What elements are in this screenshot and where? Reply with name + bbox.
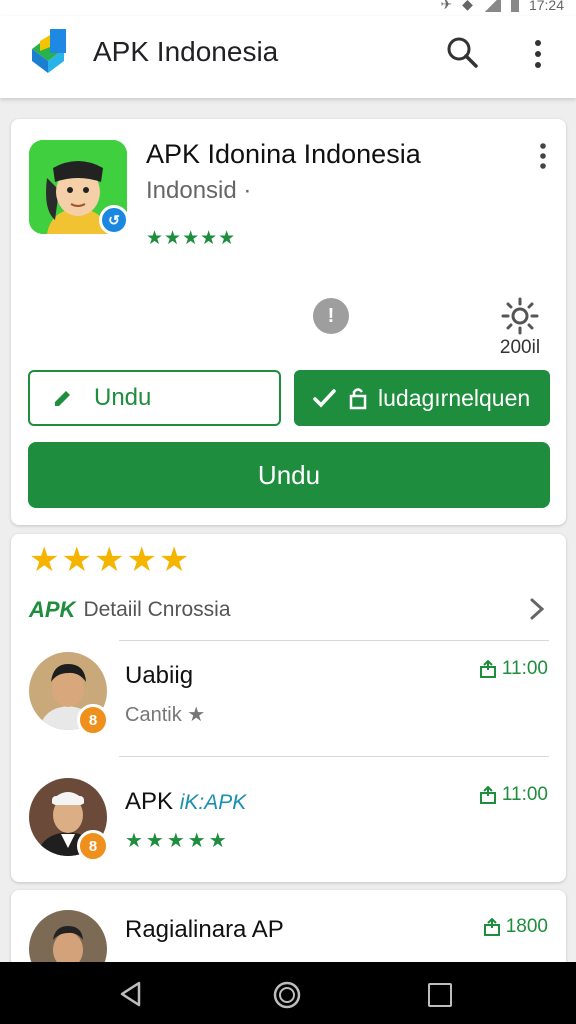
back-icon[interactable] <box>117 979 145 1009</box>
system-nav-bar <box>0 962 576 1024</box>
download-outline-button[interactable]: Undu <box>28 370 281 426</box>
update-button-label: ludagırnelquen <box>378 384 531 411</box>
app-developer[interactable]: Indonsid · <box>146 177 251 205</box>
reviewer-tag: iK:APK <box>179 791 247 814</box>
wifi-icon: ◆ <box>462 0 473 12</box>
app-list-time-value: 1800 <box>505 916 548 937</box>
avatar-badge: 8 <box>77 830 109 862</box>
share-icon <box>479 786 496 804</box>
status-icons: ✈ ◆ 17:24 <box>440 0 564 13</box>
avatar-badge: 8 <box>77 704 109 736</box>
app-bar: APK Indonesia <box>0 16 576 98</box>
update-button[interactable]: ludagırnelquen <box>294 370 550 426</box>
info-icon[interactable]: ! <box>313 298 349 334</box>
app-card: ↺ APK Idonina Indonesia Indonsid · ★★★★★… <box>11 119 566 525</box>
details-label: Detaiil Cnrossia <box>83 598 231 621</box>
chevron-right-icon <box>530 598 545 620</box>
recents-icon[interactable] <box>428 983 452 1007</box>
search-icon[interactable] <box>444 34 480 70</box>
notification-icon: ✈ <box>440 0 453 12</box>
reviewer-name-text: APK <box>125 788 174 815</box>
app-rating-stars: ★★★★★ <box>146 228 237 249</box>
review-subtitle: Cantik ★ <box>125 704 206 726</box>
app-name: APK Idonina Indonesia <box>146 139 421 169</box>
review-item[interactable]: 8 APK iK:APK ★★★★★ 11:00 <box>11 778 566 888</box>
download-button[interactable]: Undu <box>28 442 550 508</box>
divider <box>119 640 549 641</box>
review-time-value: 11:00 <box>501 658 548 679</box>
reviewer-name: Uabiig <box>125 662 194 689</box>
app-list-name[interactable]: Ragialinara AP <box>125 916 284 944</box>
app-bar-title: APK Indonesia <box>93 36 279 67</box>
card-more-icon[interactable] <box>533 141 553 171</box>
battery-icon <box>510 0 519 12</box>
settings-value: 200il <box>499 337 541 358</box>
status-bar: ✈ ◆ 17:24 <box>0 0 576 16</box>
review-stars: ★★★★★ <box>125 830 230 852</box>
more-vert-icon[interactable] <box>524 36 552 72</box>
apk-logo-icon <box>32 29 66 73</box>
review-time: 11:00 <box>479 784 548 806</box>
reviewer-name: APK iK:APK <box>125 788 246 816</box>
reviews-card: ★★★★★ APK Detaiil Cnrossia 8 Uabiig Cant… <box>11 534 566 882</box>
signal-icon <box>482 0 501 12</box>
review-item[interactable]: 8 Uabiig Cantik ★ 11:00 <box>11 652 566 762</box>
details-logo: APK <box>29 597 76 622</box>
divider <box>119 756 549 757</box>
review-time-value: 11:00 <box>501 784 548 805</box>
app-icon-badge: ↺ <box>99 205 129 235</box>
settings-icon[interactable] <box>500 296 540 336</box>
details-link[interactable]: APK Detaiil Cnrossia <box>29 594 549 626</box>
lock-icon <box>349 388 367 410</box>
check-icon <box>313 389 336 408</box>
app-list-time: 1800 <box>483 916 548 938</box>
download-outline-label: Undu <box>94 384 152 411</box>
share-icon <box>479 660 496 678</box>
status-time: 17:24 <box>528 0 564 13</box>
overall-rating-stars: ★★★★★ <box>29 541 192 579</box>
review-time: 11:00 <box>479 658 548 680</box>
share-icon <box>483 918 500 936</box>
home-icon[interactable] <box>272 980 302 1010</box>
pencil-icon <box>55 391 70 406</box>
